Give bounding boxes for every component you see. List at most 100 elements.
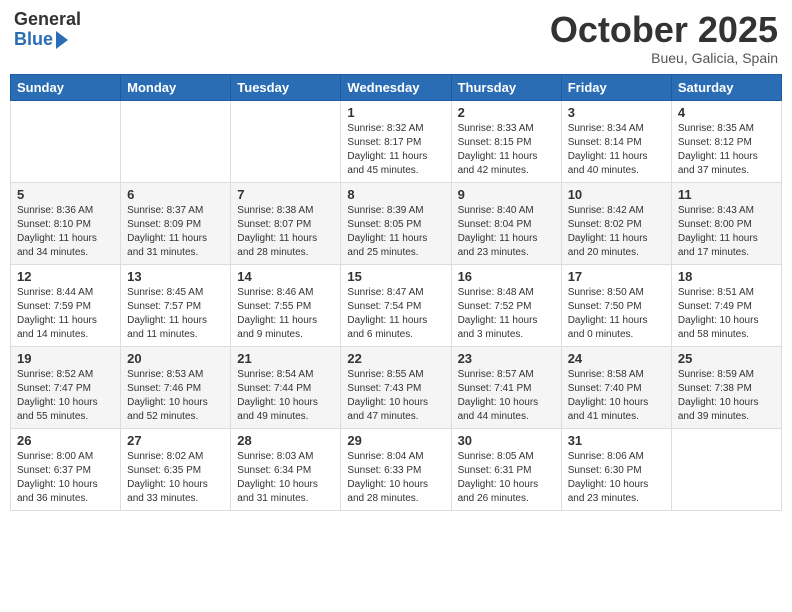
- day-number: 17: [568, 269, 665, 284]
- day-number: 30: [458, 433, 555, 448]
- day-header-tuesday: Tuesday: [231, 74, 341, 100]
- calendar-week-row: 5Sunrise: 8:36 AM Sunset: 8:10 PM Daylig…: [11, 182, 782, 264]
- day-info: Sunrise: 8:05 AM Sunset: 6:31 PM Dayligh…: [458, 450, 555, 506]
- day-header-thursday: Thursday: [451, 74, 561, 100]
- calendar-cell: 28 Sunrise: 8:03 AM Sunset: 6:34 PM Dayli…: [231, 428, 341, 510]
- calendar-header-row: SundayMondayTuesdayWednesdayThursdayFrid…: [11, 74, 782, 100]
- day-number: 21: [237, 351, 334, 366]
- day-number: 6: [127, 187, 224, 202]
- day-number: 9: [458, 187, 555, 202]
- day-number: 23: [458, 351, 555, 366]
- day-number: 10: [568, 187, 665, 202]
- day-info: Sunrise: 8:32 AM Sunset: 8:17 PM Dayligh…: [347, 122, 444, 178]
- day-info: Sunrise: 8:40 AM Sunset: 8:04 PM Dayligh…: [458, 204, 555, 260]
- calendar-cell: 25Sunrise: 8:59 AM Sunset: 7:38 PM Dayli…: [671, 346, 781, 428]
- calendar-cell: 21 Sunrise: 8:54 AM Sunset: 7:44 PM Dayli…: [231, 346, 341, 428]
- day-info: Sunrise: 8:57 AM Sunset: 7:41 PM Dayligh…: [458, 368, 555, 424]
- day-info: Sunrise: 8:42 AM Sunset: 8:02 PM Dayligh…: [568, 204, 665, 260]
- day-info: Sunrise: 8:36 AM Sunset: 8:10 PM Dayligh…: [17, 204, 114, 260]
- day-info: Sunrise: 8:03 AM Sunset: 6:34 PM Dayligh…: [237, 450, 334, 506]
- calendar-cell: [671, 428, 781, 510]
- calendar-cell: 19Sunrise: 8:52 AM Sunset: 7:47 PM Dayli…: [11, 346, 121, 428]
- day-info: Sunrise: 8:44 AM Sunset: 7:59 PM Dayligh…: [17, 286, 114, 342]
- day-info: Sunrise: 8:38 AM Sunset: 8:07 PM Dayligh…: [237, 204, 334, 260]
- day-number: 3: [568, 105, 665, 120]
- calendar-cell: 2Sunrise: 8:33 AM Sunset: 8:15 PM Daylig…: [451, 100, 561, 182]
- calendar-cell: 5Sunrise: 8:36 AM Sunset: 8:10 PM Daylig…: [11, 182, 121, 264]
- day-number: 26: [17, 433, 114, 448]
- day-number: 13: [127, 269, 224, 284]
- calendar-cell: 15 Sunrise: 8:47 AM Sunset: 7:54 PM Dayli…: [341, 264, 451, 346]
- location: Bueu, Galicia, Spain: [550, 50, 778, 66]
- calendar-cell: 13 Sunrise: 8:45 AM Sunset: 7:57 PM Dayli…: [121, 264, 231, 346]
- day-number: 7: [237, 187, 334, 202]
- day-info: Sunrise: 8:58 AM Sunset: 7:40 PM Dayligh…: [568, 368, 665, 424]
- day-info: Sunrise: 8:45 AM Sunset: 7:57 PM Dayligh…: [127, 286, 224, 342]
- day-info: Sunrise: 8:43 AM Sunset: 8:00 PM Dayligh…: [678, 204, 775, 260]
- day-info: Sunrise: 8:34 AM Sunset: 8:14 PM Dayligh…: [568, 122, 665, 178]
- page-header: General Blue October 2025 Bueu, Galicia,…: [10, 10, 782, 66]
- day-info: Sunrise: 8:06 AM Sunset: 6:30 PM Dayligh…: [568, 450, 665, 506]
- day-info: Sunrise: 8:54 AM Sunset: 7:44 PM Dayligh…: [237, 368, 334, 424]
- day-number: 8: [347, 187, 444, 202]
- day-info: Sunrise: 8:47 AM Sunset: 7:54 PM Dayligh…: [347, 286, 444, 342]
- day-info: Sunrise: 8:50 AM Sunset: 7:50 PM Dayligh…: [568, 286, 665, 342]
- day-header-friday: Friday: [561, 74, 671, 100]
- calendar-cell: [231, 100, 341, 182]
- day-info: Sunrise: 8:52 AM Sunset: 7:47 PM Dayligh…: [17, 368, 114, 424]
- calendar-cell: 12 Sunrise: 8:44 AM Sunset: 7:59 PM Dayli…: [11, 264, 121, 346]
- calendar-cell: 27Sunrise: 8:02 AM Sunset: 6:35 PM Dayli…: [121, 428, 231, 510]
- calendar-cell: 7 Sunrise: 8:38 AM Sunset: 8:07 PM Daylig…: [231, 182, 341, 264]
- calendar-cell: 22 Sunrise: 8:55 AM Sunset: 7:43 PM Dayli…: [341, 346, 451, 428]
- calendar-cell: 30 Sunrise: 8:05 AM Sunset: 6:31 PM Dayli…: [451, 428, 561, 510]
- calendar-cell: 16Sunrise: 8:48 AM Sunset: 7:52 PM Dayli…: [451, 264, 561, 346]
- calendar-cell: 1Sunrise: 8:32 AM Sunset: 8:17 PM Daylig…: [341, 100, 451, 182]
- calendar-cell: 23 Sunrise: 8:57 AM Sunset: 7:41 PM Dayli…: [451, 346, 561, 428]
- day-info: Sunrise: 8:35 AM Sunset: 8:12 PM Dayligh…: [678, 122, 775, 178]
- day-number: 14: [237, 269, 334, 284]
- day-number: 15: [347, 269, 444, 284]
- day-info: Sunrise: 8:53 AM Sunset: 7:46 PM Dayligh…: [127, 368, 224, 424]
- calendar-cell: 6Sunrise: 8:37 AM Sunset: 8:09 PM Daylig…: [121, 182, 231, 264]
- calendar-cell: 18 Sunrise: 8:51 AM Sunset: 7:49 PM Dayli…: [671, 264, 781, 346]
- calendar-cell: [121, 100, 231, 182]
- day-info: Sunrise: 8:55 AM Sunset: 7:43 PM Dayligh…: [347, 368, 444, 424]
- day-number: 25: [678, 351, 775, 366]
- calendar-cell: 14 Sunrise: 8:46 AM Sunset: 7:55 PM Dayli…: [231, 264, 341, 346]
- day-info: Sunrise: 8:46 AM Sunset: 7:55 PM Dayligh…: [237, 286, 334, 342]
- day-info: Sunrise: 8:02 AM Sunset: 6:35 PM Dayligh…: [127, 450, 224, 506]
- calendar-cell: 8 Sunrise: 8:39 AM Sunset: 8:05 PM Daylig…: [341, 182, 451, 264]
- day-number: 29: [347, 433, 444, 448]
- calendar-week-row: 26 Sunrise: 8:00 AM Sunset: 6:37 PM Dayli…: [11, 428, 782, 510]
- month-title: October 2025: [550, 10, 778, 50]
- logo: General Blue: [14, 10, 81, 50]
- calendar-cell: 4 Sunrise: 8:35 AM Sunset: 8:12 PM Daylig…: [671, 100, 781, 182]
- calendar-cell: 26 Sunrise: 8:00 AM Sunset: 6:37 PM Dayli…: [11, 428, 121, 510]
- calendar-cell: [11, 100, 121, 182]
- calendar: SundayMondayTuesdayWednesdayThursdayFrid…: [10, 74, 782, 511]
- calendar-cell: 11 Sunrise: 8:43 AM Sunset: 8:00 PM Dayli…: [671, 182, 781, 264]
- day-info: Sunrise: 8:00 AM Sunset: 6:37 PM Dayligh…: [17, 450, 114, 506]
- calendar-cell: 31 Sunrise: 8:06 AM Sunset: 6:30 PM Dayli…: [561, 428, 671, 510]
- day-number: 18: [678, 269, 775, 284]
- day-info: Sunrise: 8:39 AM Sunset: 8:05 PM Dayligh…: [347, 204, 444, 260]
- calendar-week-row: 12 Sunrise: 8:44 AM Sunset: 7:59 PM Dayli…: [11, 264, 782, 346]
- day-header-wednesday: Wednesday: [341, 74, 451, 100]
- day-number: 28: [237, 433, 334, 448]
- day-number: 24: [568, 351, 665, 366]
- calendar-cell: 10 Sunrise: 8:42 AM Sunset: 8:02 PM Dayli…: [561, 182, 671, 264]
- day-info: Sunrise: 8:51 AM Sunset: 7:49 PM Dayligh…: [678, 286, 775, 342]
- day-number: 2: [458, 105, 555, 120]
- day-number: 22: [347, 351, 444, 366]
- day-header-saturday: Saturday: [671, 74, 781, 100]
- day-number: 11: [678, 187, 775, 202]
- day-number: 31: [568, 433, 665, 448]
- day-header-sunday: Sunday: [11, 74, 121, 100]
- title-block: October 2025 Bueu, Galicia, Spain: [550, 10, 778, 66]
- day-number: 4: [678, 105, 775, 120]
- logo-arrow: [56, 31, 68, 49]
- day-number: 12: [17, 269, 114, 284]
- calendar-week-row: 19Sunrise: 8:52 AM Sunset: 7:47 PM Dayli…: [11, 346, 782, 428]
- calendar-cell: 17 Sunrise: 8:50 AM Sunset: 7:50 PM Dayli…: [561, 264, 671, 346]
- calendar-cell: 24 Sunrise: 8:58 AM Sunset: 7:40 PM Dayli…: [561, 346, 671, 428]
